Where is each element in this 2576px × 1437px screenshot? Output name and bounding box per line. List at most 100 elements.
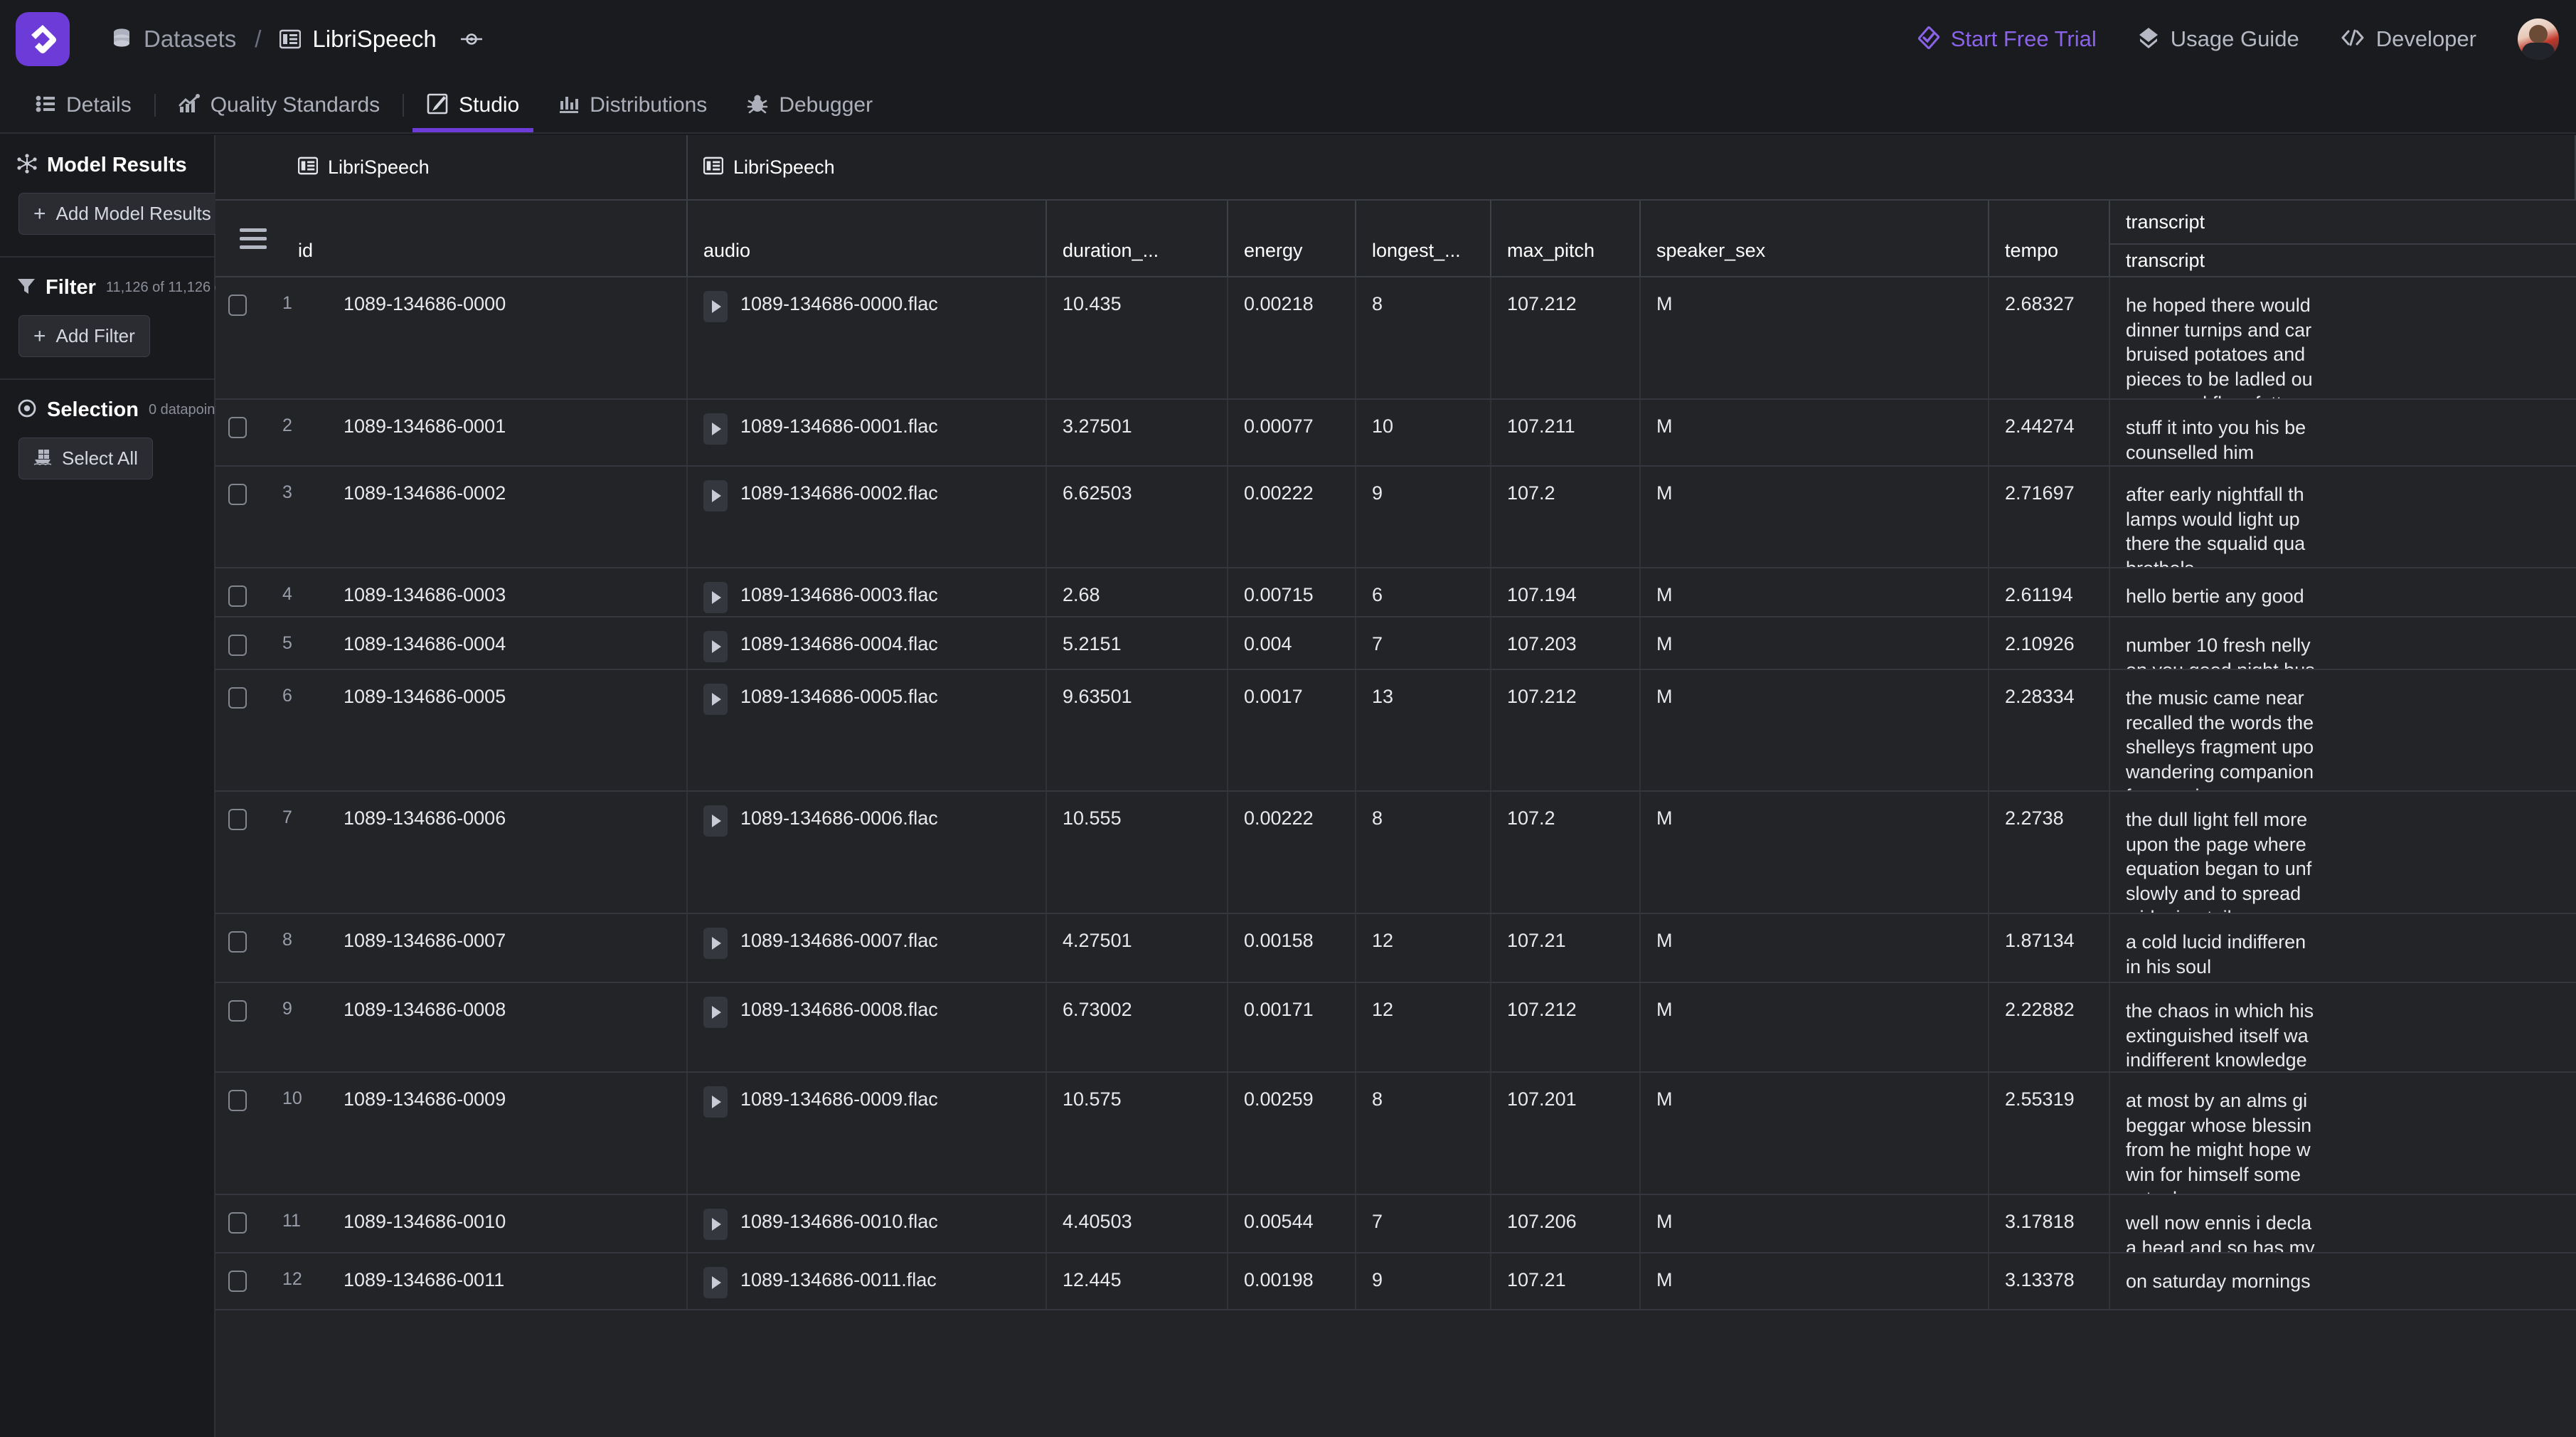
- row-select-cell[interactable]: [215, 1195, 282, 1252]
- table-row[interactable]: 41089-134686-00031089-134686-0003.flac2.…: [215, 568, 2576, 617]
- developer-button[interactable]: Developer: [2341, 26, 2476, 52]
- row-checkbox[interactable]: [228, 1090, 247, 1111]
- tab-quality-standards[interactable]: Quality Standards: [159, 78, 400, 132]
- transcript-line: hello bertie any good: [2126, 584, 2576, 609]
- row-checkbox[interactable]: [228, 585, 247, 607]
- cell-value-max_pitch: 107.212: [1507, 293, 1577, 314]
- edit-square-icon: [427, 93, 448, 118]
- table-row[interactable]: 91089-134686-00081089-134686-0008.flac6.…: [215, 983, 2576, 1073]
- play-audio-button[interactable]: [703, 582, 728, 613]
- play-audio-button[interactable]: [703, 480, 728, 511]
- row-checkbox[interactable]: [228, 635, 247, 656]
- row-checkbox[interactable]: [228, 931, 247, 953]
- cell-value-longest: 10: [1372, 415, 1393, 437]
- breadcrumb-separator: /: [255, 26, 261, 53]
- cell-value-longest: 7: [1372, 633, 1383, 654]
- breadcrumb-item-datasets[interactable]: Datasets: [111, 26, 236, 53]
- row-select-cell[interactable]: [215, 914, 282, 982]
- row-checkbox[interactable]: [228, 295, 247, 316]
- add-model-results-button[interactable]: + Add Model Results: [18, 193, 226, 235]
- row-select-cell[interactable]: [215, 983, 282, 1071]
- table-row[interactable]: 61089-134686-00051089-134686-0005.flac9.…: [215, 670, 2576, 792]
- row-index: 4: [282, 584, 325, 616]
- play-audio-button[interactable]: [703, 413, 728, 445]
- row-checkbox[interactable]: [228, 687, 247, 709]
- app-logo[interactable]: [16, 12, 70, 66]
- column-header-energy[interactable]: energy: [1228, 201, 1356, 276]
- table-row[interactable]: 51089-134686-00041089-134686-0004.flac5.…: [215, 617, 2576, 670]
- tab-debugger[interactable]: Debugger: [727, 78, 893, 132]
- column-header-duration[interactable]: duration_...: [1047, 201, 1228, 276]
- play-audio-button[interactable]: [703, 1267, 728, 1298]
- cell-max_pitch: 107.21: [1491, 1253, 1641, 1309]
- select-all-button[interactable]: Select All: [18, 438, 153, 479]
- git-branch-icon[interactable]: [459, 32, 484, 46]
- avatar[interactable]: [2518, 18, 2559, 60]
- table-row[interactable]: 111089-134686-00101089-134686-0010.flac4…: [215, 1195, 2576, 1253]
- cell-id: 71089-134686-0006: [282, 792, 688, 913]
- row-select-cell[interactable]: [215, 277, 282, 398]
- row-select-cell[interactable]: [215, 792, 282, 913]
- column-header-audio[interactable]: audio: [688, 201, 1047, 276]
- row-checkbox[interactable]: [228, 1212, 247, 1234]
- target-dot-icon: [17, 398, 37, 422]
- table-row[interactable]: 81089-134686-00071089-134686-0007.flac4.…: [215, 914, 2576, 983]
- row-select-cell[interactable]: [215, 568, 282, 616]
- row-checkbox[interactable]: [228, 484, 247, 505]
- table-row[interactable]: 11089-134686-00001089-134686-0000.flac10…: [215, 277, 2576, 400]
- play-audio-button[interactable]: [703, 1086, 728, 1118]
- cell-longest: 9: [1356, 467, 1491, 567]
- row-checkbox[interactable]: [228, 1271, 247, 1292]
- table-row[interactable]: 21089-134686-00011089-134686-0001.flac3.…: [215, 400, 2576, 467]
- start-free-trial-button[interactable]: Start Free Trial: [1918, 26, 2097, 53]
- column-header-id[interactable]: id: [282, 201, 688, 276]
- breadcrumb-item-librispeech[interactable]: LibriSpeech: [280, 26, 436, 53]
- table-row[interactable]: 101089-134686-00091089-134686-0009.flac1…: [215, 1073, 2576, 1195]
- cell-value-tempo: 2.2738: [2005, 807, 2064, 829]
- play-audio-button[interactable]: [703, 997, 728, 1028]
- diamond-book-icon: [2138, 26, 2159, 53]
- cell-tempo: 2.55319: [1989, 1073, 2110, 1194]
- hamburger-menu-icon[interactable]: [215, 201, 282, 276]
- cell-duration: 9.63501: [1047, 670, 1228, 790]
- play-audio-button[interactable]: [703, 631, 728, 662]
- table-row[interactable]: 121089-134686-00111089-134686-0011.flac1…: [215, 1253, 2576, 1310]
- row-select-cell[interactable]: [215, 1073, 282, 1194]
- row-select-cell[interactable]: [215, 1253, 282, 1309]
- row-select-cell[interactable]: [215, 467, 282, 567]
- row-index: 5: [282, 633, 325, 669]
- column-header-transcript[interactable]: transcripttranscript: [2110, 201, 2576, 276]
- row-checkbox[interactable]: [228, 809, 247, 830]
- cell-duration: 2.68: [1047, 568, 1228, 616]
- column-header-max_pitch[interactable]: max_pitch: [1491, 201, 1641, 276]
- cell-longest: 8: [1356, 792, 1491, 913]
- cell-energy: 0.00222: [1228, 467, 1356, 567]
- cell-id: 11089-134686-0000: [282, 277, 688, 398]
- row-select-cell[interactable]: [215, 400, 282, 465]
- data-table[interactable]: LibriSpeechLibriSpeech idaudioduration_.…: [215, 135, 2576, 1437]
- usage-guide-button[interactable]: Usage Guide: [2138, 26, 2299, 53]
- play-audio-button[interactable]: [703, 1209, 728, 1240]
- selection-title: Selection: [47, 398, 139, 422]
- tab-distributions[interactable]: Distributions: [539, 78, 727, 132]
- tab-details[interactable]: Details: [16, 78, 151, 132]
- transcript-line: pieces to be ladled ou: [2126, 367, 2576, 392]
- column-header-speaker_sex[interactable]: speaker_sex: [1641, 201, 1989, 276]
- play-audio-button[interactable]: [703, 928, 728, 959]
- table-row[interactable]: 71089-134686-00061089-134686-0006.flac10…: [215, 792, 2576, 914]
- tab-divider: [403, 94, 404, 117]
- row-select-cell[interactable]: [215, 670, 282, 790]
- cell-id: 21089-134686-0001: [282, 400, 688, 465]
- row-checkbox[interactable]: [228, 417, 247, 438]
- tab-studio[interactable]: Studio: [407, 78, 539, 132]
- play-audio-button[interactable]: [703, 684, 728, 715]
- row-checkbox[interactable]: [228, 1000, 247, 1022]
- row-select-cell[interactable]: [215, 617, 282, 669]
- play-audio-button[interactable]: [703, 805, 728, 837]
- table-row[interactable]: 31089-134686-00021089-134686-0002.flac6.…: [215, 467, 2576, 568]
- cell-value-speaker_sex: M: [1656, 633, 1673, 654]
- add-filter-button[interactable]: + Add Filter: [18, 315, 150, 357]
- play-audio-button[interactable]: [703, 291, 728, 322]
- column-header-longest[interactable]: longest_...: [1356, 201, 1491, 276]
- column-header-tempo[interactable]: tempo: [1989, 201, 2110, 276]
